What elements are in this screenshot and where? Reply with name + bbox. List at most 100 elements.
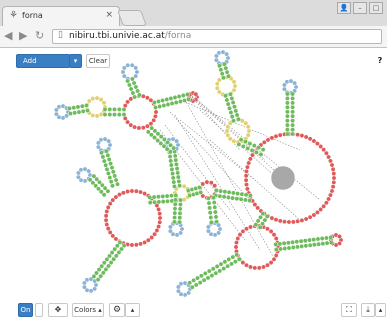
nucleotide[interactable] <box>91 273 97 279</box>
interior-loop[interactable] <box>104 209 110 214</box>
nucleotide[interactable] <box>105 152 111 158</box>
rna-molecule[interactable] <box>53 49 344 298</box>
hairpin-loop[interactable] <box>205 228 211 234</box>
hairpin-loop[interactable] <box>75 174 81 180</box>
nucleotide[interactable] <box>284 100 290 106</box>
nucleotide[interactable] <box>205 275 211 281</box>
interior-loop[interactable] <box>138 189 143 195</box>
nucleotide[interactable] <box>197 280 203 286</box>
hairpin-loop[interactable] <box>120 69 126 75</box>
hairpin-loop[interactable] <box>175 288 181 294</box>
nucleotide[interactable] <box>311 242 317 248</box>
hairpin-loop[interactable] <box>106 138 112 144</box>
nucleotide[interactable] <box>132 94 138 100</box>
nucleotide[interactable] <box>294 239 300 245</box>
nucleotide[interactable] <box>79 103 85 109</box>
nucleotide[interactable] <box>136 92 142 98</box>
interior-loop[interactable] <box>212 183 218 189</box>
nucleotide[interactable] <box>102 106 108 112</box>
multiloop[interactable] <box>303 134 309 140</box>
nucleotide[interactable] <box>290 100 296 106</box>
forward-arrow-icon[interactable]: ▶ <box>19 29 27 42</box>
nucleotide[interactable] <box>173 161 179 167</box>
interior-loop[interactable] <box>144 123 150 129</box>
nucleotide[interactable] <box>243 192 249 198</box>
hairpin-loop[interactable] <box>193 91 199 97</box>
nucleotide[interactable] <box>172 201 178 207</box>
interior-loop[interactable] <box>252 265 258 271</box>
nucleotide[interactable] <box>103 162 109 168</box>
address-bar[interactable]: ▯ nibiru.tbi.univie.ac.at/forna <box>52 29 382 44</box>
interior-loop[interactable] <box>248 264 253 270</box>
multiloop[interactable] <box>328 158 333 164</box>
nucleotide[interactable] <box>260 211 266 217</box>
nucleotide[interactable] <box>80 108 86 114</box>
hairpin-loop[interactable] <box>81 284 87 290</box>
multiloop[interactable] <box>244 186 250 192</box>
interior-loop[interactable] <box>133 188 139 194</box>
nucleotide[interactable] <box>316 241 322 247</box>
hairpin-loop[interactable] <box>125 62 131 68</box>
interior-loop[interactable] <box>136 125 142 131</box>
interior-loop[interactable] <box>142 239 148 245</box>
nucleotide[interactable] <box>225 263 231 269</box>
nucleotide[interactable] <box>238 137 244 143</box>
nucleotide[interactable] <box>106 156 112 162</box>
nucleotide[interactable] <box>249 147 255 153</box>
nucleotide[interactable] <box>290 131 296 137</box>
gear-icon[interactable]: ⚙ <box>109 303 125 317</box>
nucleotide[interactable] <box>191 277 197 283</box>
nucleotide[interactable] <box>171 179 177 185</box>
bulge[interactable] <box>90 96 96 102</box>
nucleotide[interactable] <box>108 179 114 185</box>
bulge[interactable] <box>214 85 220 91</box>
multiloop[interactable] <box>244 164 250 170</box>
interior-loop[interactable] <box>120 190 126 196</box>
nucleotide[interactable] <box>101 192 107 198</box>
nucleotide[interactable] <box>319 236 325 241</box>
multiloop[interactable] <box>299 217 305 223</box>
nucleotide[interactable] <box>254 149 259 155</box>
interior-loop[interactable] <box>129 242 135 248</box>
nucleotide[interactable] <box>219 71 225 77</box>
multiloop[interactable] <box>303 216 309 222</box>
nucleotide[interactable] <box>177 215 183 221</box>
bulge[interactable] <box>225 132 231 138</box>
nucleotide[interactable] <box>213 187 219 193</box>
interior-loop[interactable] <box>125 189 131 194</box>
nucleotide[interactable] <box>107 175 113 181</box>
nucleotide[interactable] <box>218 67 224 73</box>
hairpin-loop[interactable] <box>134 69 140 75</box>
interior-loop[interactable] <box>129 188 135 194</box>
hairpin-loop[interactable] <box>281 86 287 92</box>
bulge[interactable] <box>231 79 237 85</box>
hairpin-loop[interactable] <box>284 79 290 85</box>
nucleotide[interactable] <box>131 80 137 86</box>
nucleotide[interactable] <box>193 282 199 288</box>
gear-dropdown[interactable]: ▴ <box>125 303 140 317</box>
bulge[interactable] <box>94 113 100 119</box>
nucleotide[interactable] <box>221 194 227 200</box>
multiloop[interactable] <box>329 188 335 194</box>
nucleotide[interactable] <box>245 145 251 151</box>
nucleotide[interactable] <box>175 174 181 180</box>
nucleotide[interactable] <box>180 93 186 98</box>
nucleotide[interactable] <box>164 97 170 102</box>
multiloop[interactable] <box>331 171 337 177</box>
multiloop[interactable] <box>273 133 279 139</box>
nucleotide[interactable] <box>290 91 296 97</box>
nucleotide[interactable] <box>186 97 192 102</box>
nucleotide[interactable] <box>172 197 178 203</box>
nucleotide[interactable] <box>156 194 161 200</box>
nucleotide[interactable] <box>284 127 290 133</box>
hairpin-loop[interactable] <box>56 104 62 110</box>
hairpin-loop[interactable] <box>88 288 94 294</box>
nucleotide[interactable] <box>168 162 174 168</box>
nucleotide[interactable] <box>112 112 117 118</box>
nucleotide[interactable] <box>229 95 235 101</box>
nucleotide[interactable] <box>222 61 227 67</box>
nucleotide[interactable] <box>151 194 157 200</box>
nucleotide[interactable] <box>222 259 228 265</box>
on-toggle[interactable]: On <box>18 303 33 317</box>
nucleotide[interactable] <box>113 177 119 183</box>
